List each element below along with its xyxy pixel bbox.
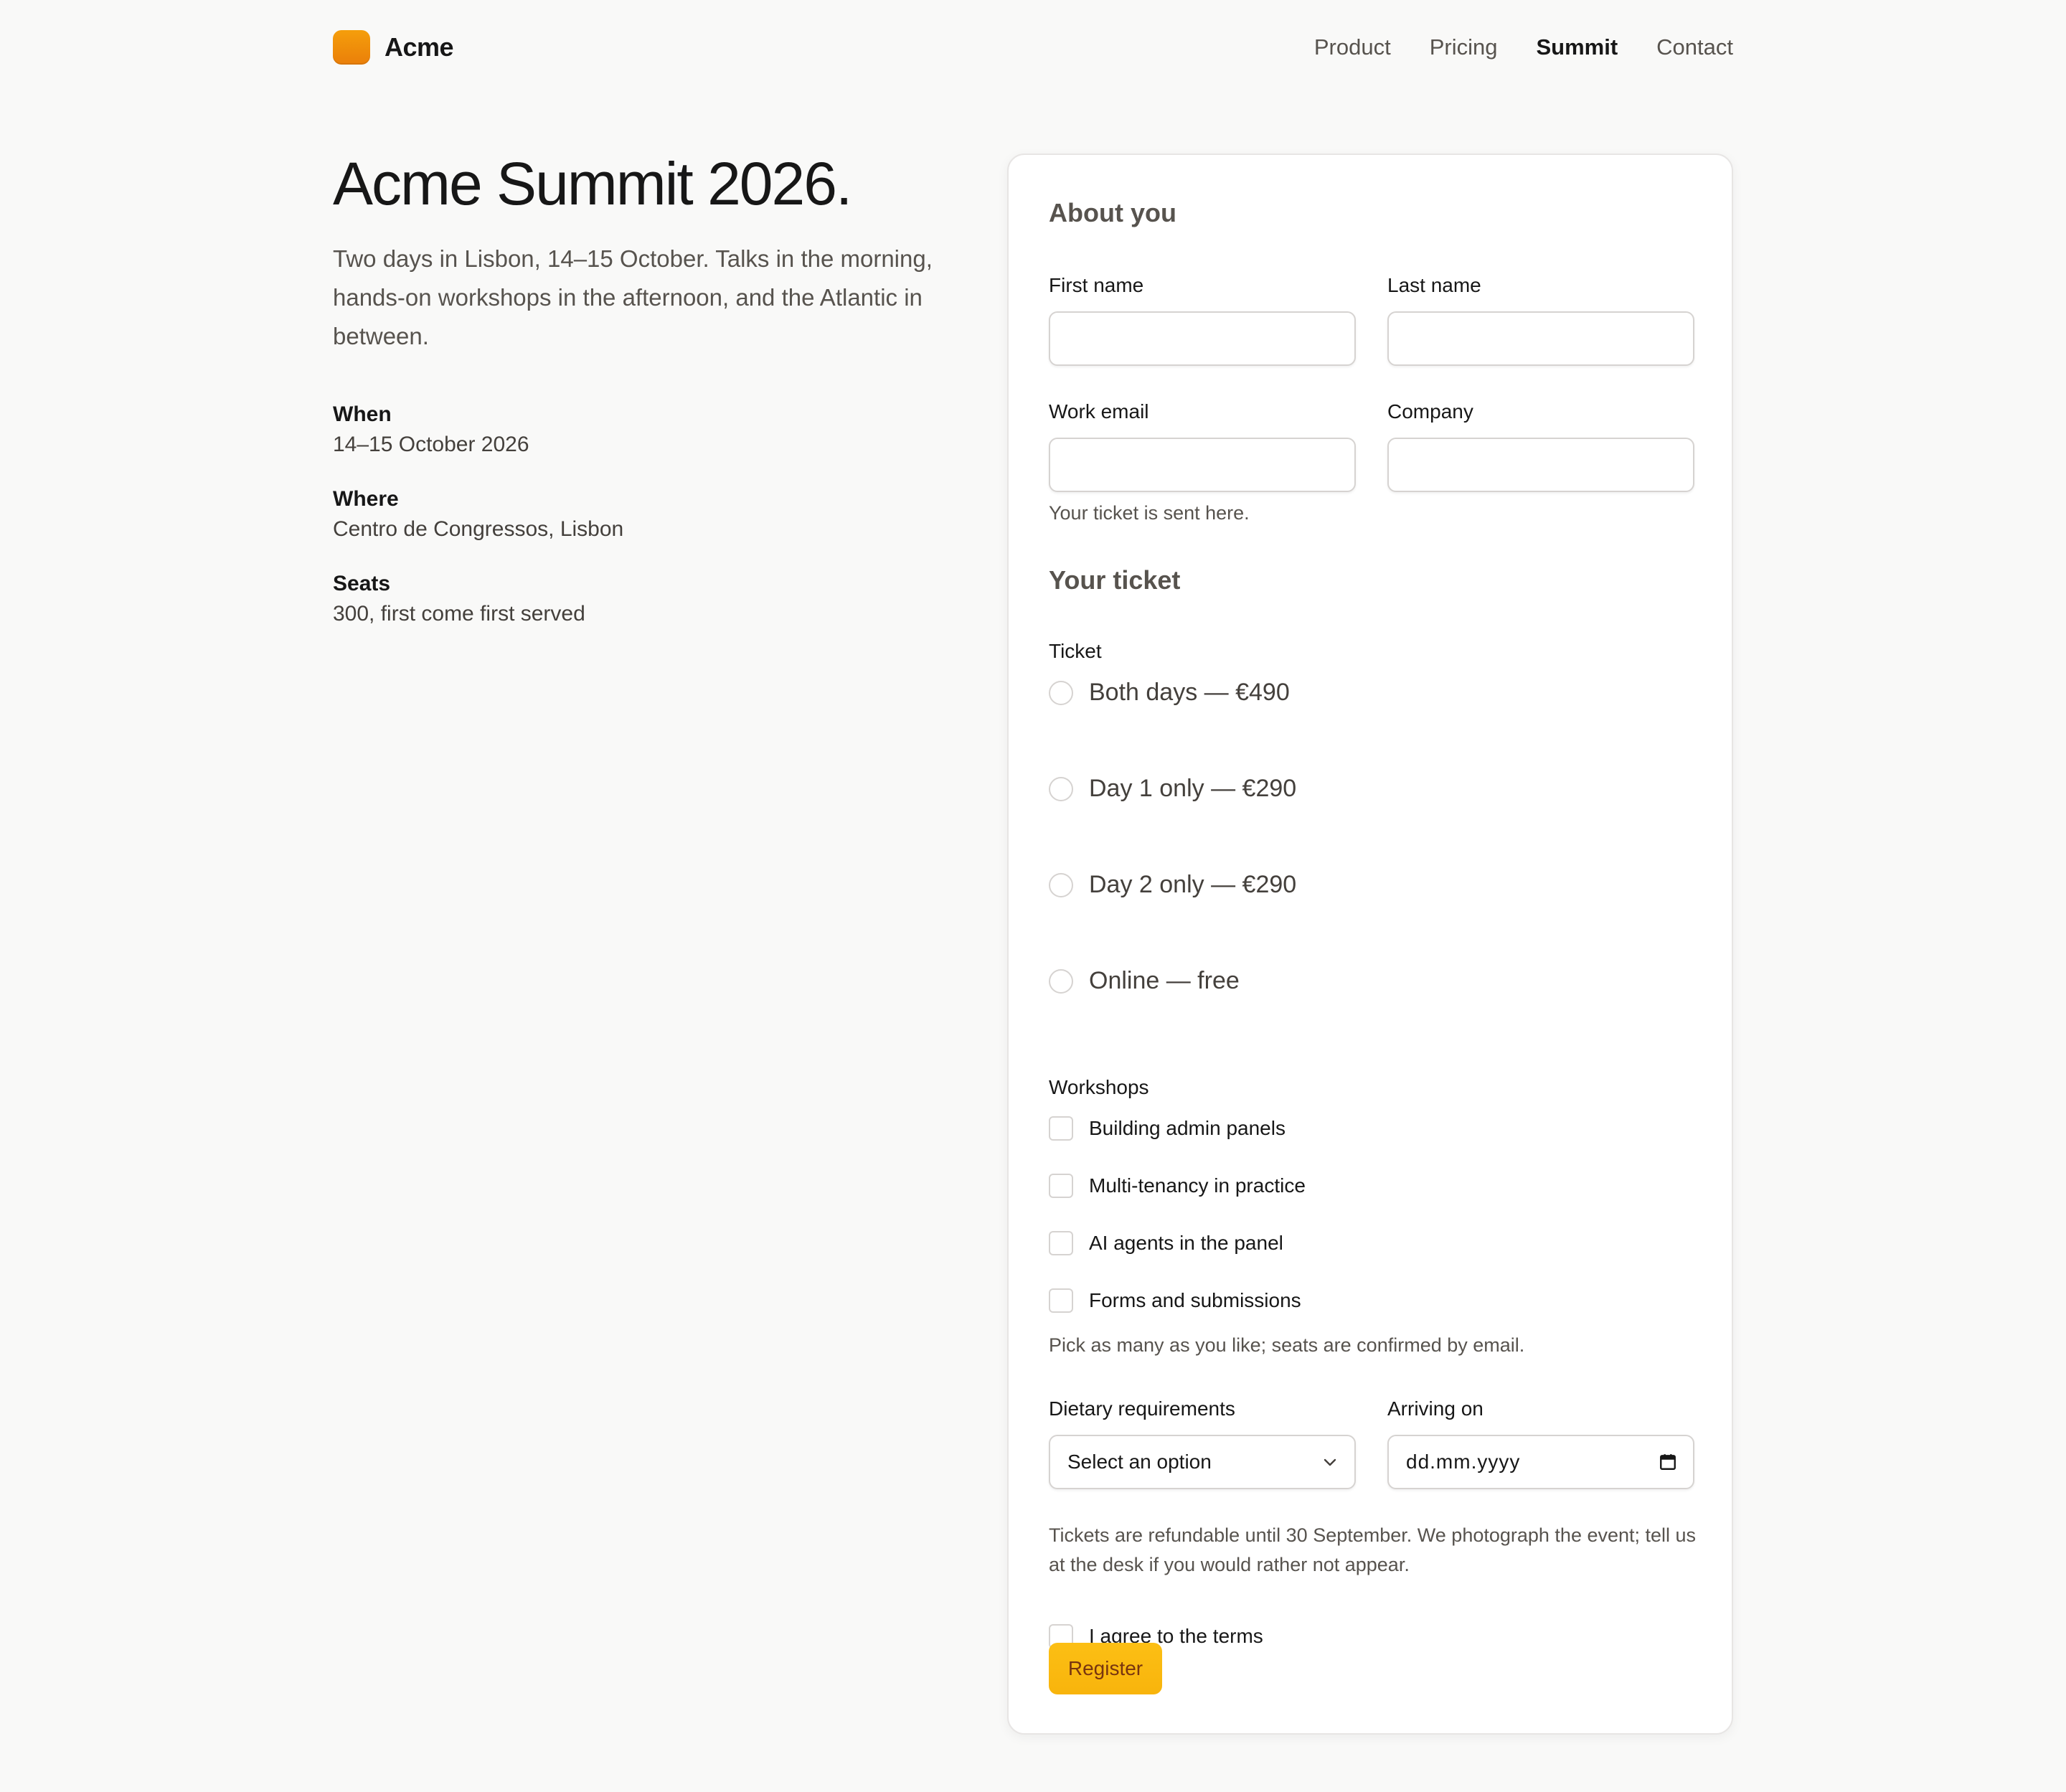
workshops-hint: Pick as many as you like; seats are conf… <box>1049 1334 1525 1356</box>
arriving-label: Arriving on <box>1387 1397 1484 1420</box>
registration-form: About you First name Last name Work emai… <box>1007 154 1733 1735</box>
work-email-field: Work email <box>1049 399 1356 492</box>
dietary-field: Dietary requirements Select an option <box>1049 1396 1356 1489</box>
calendar-icon[interactable] <box>1659 1453 1677 1471</box>
event-facts: When 14–15 October 2026 Where Centro de … <box>333 400 950 630</box>
work-email-label: Work email <box>1049 400 1149 423</box>
fact-where: Where Centro de Congressos, Lisbon <box>333 485 950 545</box>
radio-button[interactable] <box>1049 680 1073 705</box>
fact-seats: Seats 300, first come first served <box>333 570 950 630</box>
workshop-option-ai-agents[interactable]: AI agents in the panel <box>1049 1231 1283 1255</box>
nav-item-product[interactable]: Product <box>1314 34 1391 60</box>
workshop-option-forms[interactable]: Forms and submissions <box>1049 1288 1301 1313</box>
nav-item-summit[interactable]: Summit <box>1536 34 1618 60</box>
radio-button[interactable] <box>1049 968 1073 994</box>
radio-label: Day 1 only — €290 <box>1089 775 1297 802</box>
event-description: Two days in Lisbon, 14–15 October. Talks… <box>333 245 933 349</box>
company-label: Company <box>1387 400 1473 423</box>
first-name-input[interactable] <box>1049 311 1356 366</box>
radio-button[interactable] <box>1049 872 1073 897</box>
ticket-option-day-1[interactable]: Day 1 only — €290 <box>1049 775 1296 803</box>
radio-label: Online — free <box>1089 967 1240 994</box>
workshop-option-multi-tenancy[interactable]: Multi-tenancy in practice <box>1049 1174 1306 1198</box>
nav-item-contact[interactable]: Contact <box>1656 34 1733 60</box>
terms-notice: Tickets are refundable until 30 Septembe… <box>1049 1524 1697 1575</box>
logo-mark-icon <box>333 30 370 65</box>
dietary-select[interactable]: Select an option <box>1049 1435 1356 1489</box>
site-header: Acme Product Pricing Summit Contact <box>333 29 1733 66</box>
radio-button[interactable] <box>1049 776 1073 801</box>
page-title: Acme Summit 2026. <box>333 150 852 217</box>
fact-value: 14–15 October 2026 <box>333 433 529 456</box>
ticket-option-online[interactable]: Online — free <box>1049 967 1240 995</box>
checkbox[interactable] <box>1049 1174 1073 1198</box>
date-placeholder: dd.mm.yyyy <box>1406 1451 1521 1473</box>
last-name-field: Last name <box>1387 273 1694 366</box>
workshops-label: Workshops <box>1049 1076 1149 1098</box>
chevron-down-icon <box>1324 1458 1336 1466</box>
radio-label: Day 2 only — €290 <box>1089 871 1297 898</box>
main-nav: Product Pricing Summit Contact <box>1314 34 1733 60</box>
ticket-option-both-days[interactable]: Both days — €490 <box>1049 679 1290 707</box>
about-you-heading: About you <box>1049 198 1176 227</box>
event-intro: Acme Summit 2026. Two days in Lisbon, 14… <box>333 149 950 654</box>
first-name-field: First name <box>1049 273 1356 366</box>
fact-label: Seats <box>333 572 391 595</box>
arriving-date-input[interactable]: dd.mm.yyyy <box>1387 1435 1694 1489</box>
workshop-option-admin-panels[interactable]: Building admin panels <box>1049 1116 1286 1141</box>
ticket-option-day-2[interactable]: Day 2 only — €290 <box>1049 871 1296 899</box>
fact-label: When <box>333 402 392 426</box>
dietary-label: Dietary requirements <box>1049 1397 1235 1420</box>
fact-when: When 14–15 October 2026 <box>333 400 950 461</box>
nav-item-pricing[interactable]: Pricing <box>1430 34 1498 60</box>
fact-label: Where <box>333 487 399 511</box>
logo-name: Acme <box>385 32 454 62</box>
company-field: Company <box>1387 399 1694 492</box>
last-name-input[interactable] <box>1387 311 1694 366</box>
last-name-label: Last name <box>1387 274 1481 296</box>
register-button[interactable]: Register <box>1049 1643 1162 1694</box>
arriving-field: Arriving on dd.mm.yyyy <box>1387 1396 1694 1489</box>
logo[interactable]: Acme <box>333 30 454 65</box>
work-email-input[interactable] <box>1049 438 1356 492</box>
radio-label: Both days — €490 <box>1089 679 1290 706</box>
your-ticket-heading: Your ticket <box>1049 565 1181 595</box>
dietary-select-value: Select an option <box>1067 1451 1212 1473</box>
checkbox-label: Forms and submissions <box>1089 1289 1301 1311</box>
ticket-label: Ticket <box>1049 640 1102 662</box>
checkbox-label: Multi-tenancy in practice <box>1089 1174 1306 1197</box>
checkbox[interactable] <box>1049 1116 1073 1141</box>
fact-value: Centro de Congressos, Lisbon <box>333 517 624 541</box>
checkbox[interactable] <box>1049 1231 1073 1255</box>
first-name-label: First name <box>1049 274 1144 296</box>
company-input[interactable] <box>1387 438 1694 492</box>
checkbox-label: Building admin panels <box>1089 1117 1286 1139</box>
email-hint: Your ticket is sent here. <box>1049 502 1250 524</box>
checkbox-label: AI agents in the panel <box>1089 1232 1283 1254</box>
fact-value: 300, first come first served <box>333 602 585 626</box>
checkbox[interactable] <box>1049 1288 1073 1313</box>
